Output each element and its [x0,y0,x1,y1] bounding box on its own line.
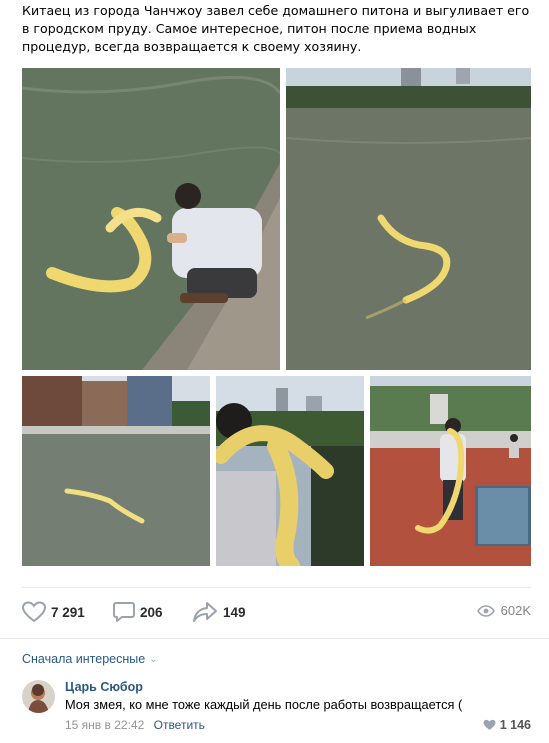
comment-like-button[interactable]: 1 146 [483,718,531,732]
views-counter: 602K [476,603,531,618]
comment-button[interactable]: 206 [113,600,163,624]
comment-meta: 15 янв в 22:42 Ответить [65,718,205,732]
comment-like-count: 1 146 [499,718,531,732]
heart-icon [483,719,496,730]
comment-date[interactable]: 15 янв в 22:42 [65,718,144,732]
post-photo-1[interactable] [22,68,280,370]
comment-count: 206 [140,604,163,620]
share-icon [193,602,217,622]
like-count: 7 291 [51,604,85,620]
chevron-down-icon: ⌄ [149,653,158,665]
comment-author[interactable]: Царь Сюбор [65,680,143,694]
views-count: 602K [500,603,531,618]
section-divider [0,638,549,639]
eye-icon [476,604,495,617]
reply-button[interactable]: Ответить [154,718,205,732]
post-text: Китаец из города Чанчжоу завел себе дома… [22,3,530,54]
post-photo-4[interactable] [216,376,364,566]
share-count: 149 [223,604,246,620]
comment-text: Моя змея, ко мне тоже каждый день после … [65,697,463,712]
post-photo-5[interactable] [370,376,531,566]
like-button[interactable]: 7 291 [22,600,85,624]
post-photo-3[interactable] [22,376,210,566]
post-photo-2[interactable] [286,68,531,370]
separator [22,587,531,588]
sort-label: Сначала интересные [22,652,146,666]
heart-icon [22,601,46,623]
share-button[interactable]: 149 [192,600,246,624]
comments-sort-dropdown[interactable]: Сначала интересные ⌄ [22,652,158,666]
avatar[interactable] [22,680,55,713]
comment-icon [113,602,135,622]
